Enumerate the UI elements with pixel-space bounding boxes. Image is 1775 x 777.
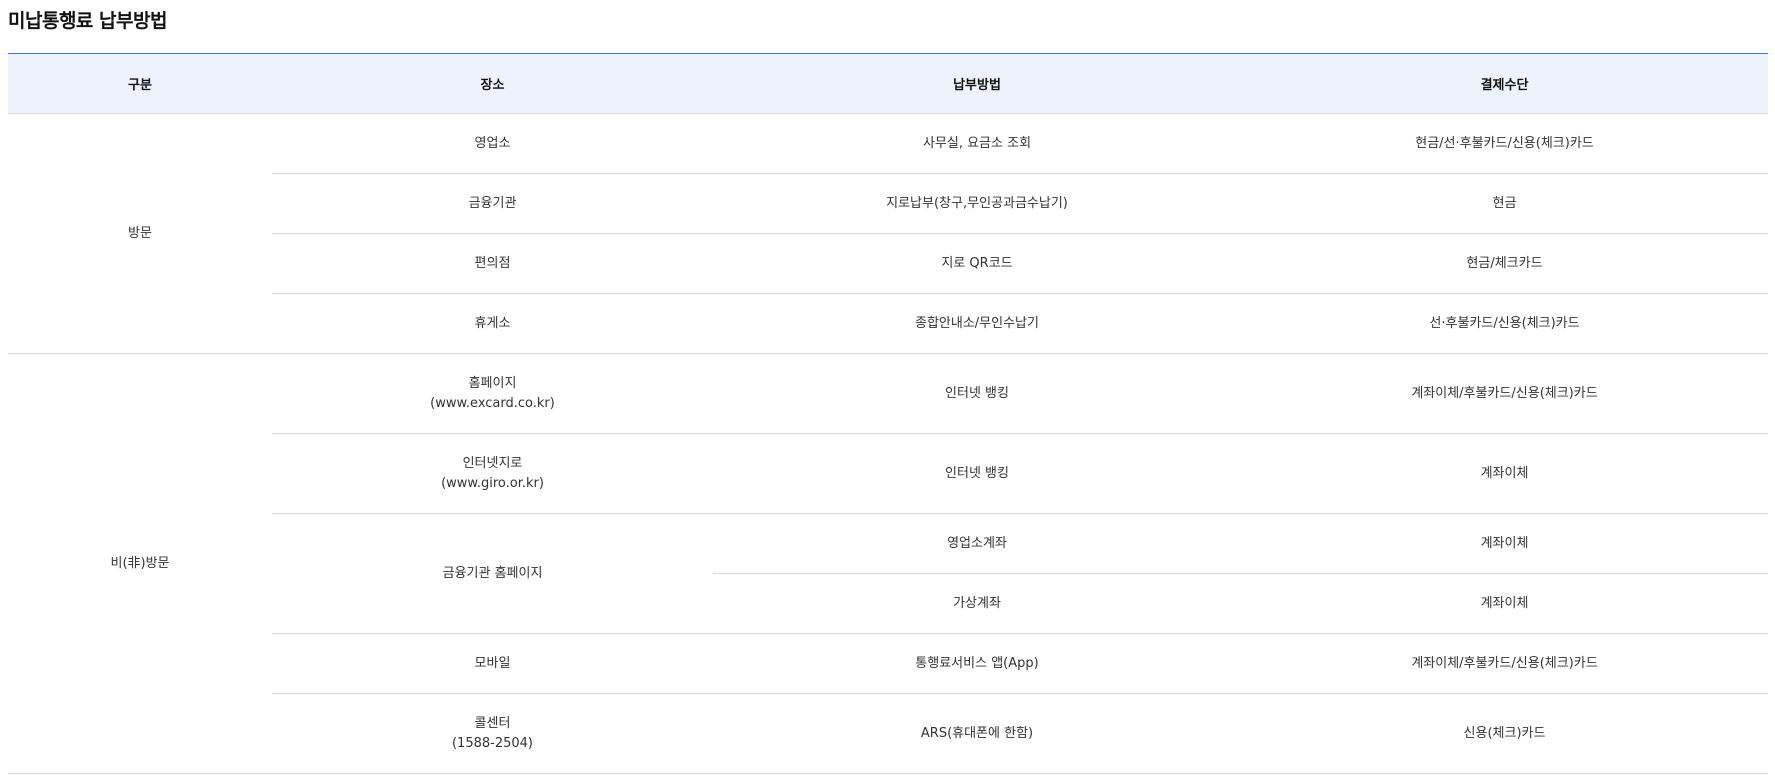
cell-payment: 계좌이체: [1241, 433, 1768, 514]
cell-payment: 계좌이체: [1241, 573, 1768, 634]
payment-methods-table: 구분 장소 납부방법 결제수단 방문 영업소 사무실, 요금소 조회 현금/선·…: [8, 53, 1768, 774]
group-nonvisit: 비(非)방문: [8, 353, 272, 774]
table-row: 편의점 지로 QR코드 현금/체크카드: [8, 233, 1768, 294]
place-name: 콜센터: [474, 715, 511, 731]
cell-payment: 신용(체크)카드: [1241, 693, 1768, 774]
group-visit: 방문: [8, 113, 272, 354]
place-phone: (1588-2504): [451, 735, 533, 751]
cell-place: 영업소: [272, 113, 713, 174]
cell-method: 인터넷 뱅킹: [713, 353, 1241, 434]
cell-place: 모바일: [272, 633, 713, 694]
header-category: 구분: [8, 53, 272, 114]
table-row: 모바일 통행료서비스 앱(App) 계좌이체/후불카드/신용(체크)카드: [8, 633, 1768, 694]
cell-method: ARS(휴대폰에 한함): [713, 693, 1241, 774]
cell-place: 금융기관: [272, 173, 713, 234]
cell-payment: 계좌이체/후불카드/신용(체크)카드: [1241, 353, 1768, 434]
header-method: 납부방법: [713, 53, 1241, 114]
cell-place: 인터넷지로 (www.giro.or.kr): [272, 433, 713, 514]
header-place: 장소: [272, 53, 713, 114]
cell-place: 금융기관 홈페이지: [272, 513, 713, 634]
cell-method: 사무실, 요금소 조회: [713, 113, 1241, 174]
table-row: 휴게소 종합안내소/무인수납기 선·후불카드/신용(체크)카드: [8, 293, 1768, 354]
cell-method: 통행료서비스 앱(App): [713, 633, 1241, 694]
cell-payment: 현금/체크카드: [1241, 233, 1768, 294]
place-name: 인터넷지로: [462, 455, 523, 471]
place-url: (www.excard.co.kr): [430, 395, 555, 411]
table-header-row: 구분 장소 납부방법 결제수단: [8, 53, 1768, 114]
table-row: 금융기관 홈페이지 영업소계좌 계좌이체: [8, 513, 1768, 634]
cell-method: 종합안내소/무인수납기: [713, 293, 1241, 354]
cell-method: 인터넷 뱅킹: [713, 433, 1241, 514]
table-row: 방문 영업소 사무실, 요금소 조회 현금/선·후불카드/신용(체크)카드: [8, 113, 1768, 354]
cell-method: 지로 QR코드: [713, 233, 1241, 294]
place-url: (www.giro.or.kr): [441, 475, 544, 491]
cell-payment: 계좌이체: [1241, 513, 1768, 574]
cell-place: 휴게소: [272, 293, 713, 354]
cell-payment: 선·후불카드/신용(체크)카드: [1241, 293, 1768, 354]
cell-payment: 계좌이체/후불카드/신용(체크)카드: [1241, 633, 1768, 694]
cell-method: 가상계좌: [713, 573, 1241, 634]
header-payment: 결제수단: [1241, 53, 1768, 114]
table-row: 인터넷지로 (www.giro.or.kr) 인터넷 뱅킹 계좌이체: [8, 433, 1768, 514]
cell-place: 콜센터 (1588-2504): [272, 693, 713, 774]
page-title: 미납통행료 납부방법: [8, 10, 167, 32]
cell-place: 편의점: [272, 233, 713, 294]
table-row: 금융기관 지로납부(창구,무인공과금수납기) 현금: [8, 173, 1768, 234]
cell-payment: 현금: [1241, 173, 1768, 234]
cell-payment: 현금/선·후불카드/신용(체크)카드: [1241, 113, 1768, 174]
table-row: 콜센터 (1588-2504) ARS(휴대폰에 한함) 신용(체크)카드: [8, 693, 1768, 774]
table-row: 비(非)방문 홈페이지 (www.excard.co.kr) 인터넷 뱅킹 계좌…: [8, 353, 1768, 774]
page: 미납통행료 납부방법 구분 장소 납부방법 결제수단 방문 영업소 사무실, 요…: [0, 0, 1775, 777]
place-name: 홈페이지: [468, 375, 517, 391]
cell-method: 영업소계좌: [713, 513, 1241, 574]
cell-place: 홈페이지 (www.excard.co.kr): [272, 353, 713, 434]
cell-method: 지로납부(창구,무인공과금수납기): [713, 173, 1241, 234]
